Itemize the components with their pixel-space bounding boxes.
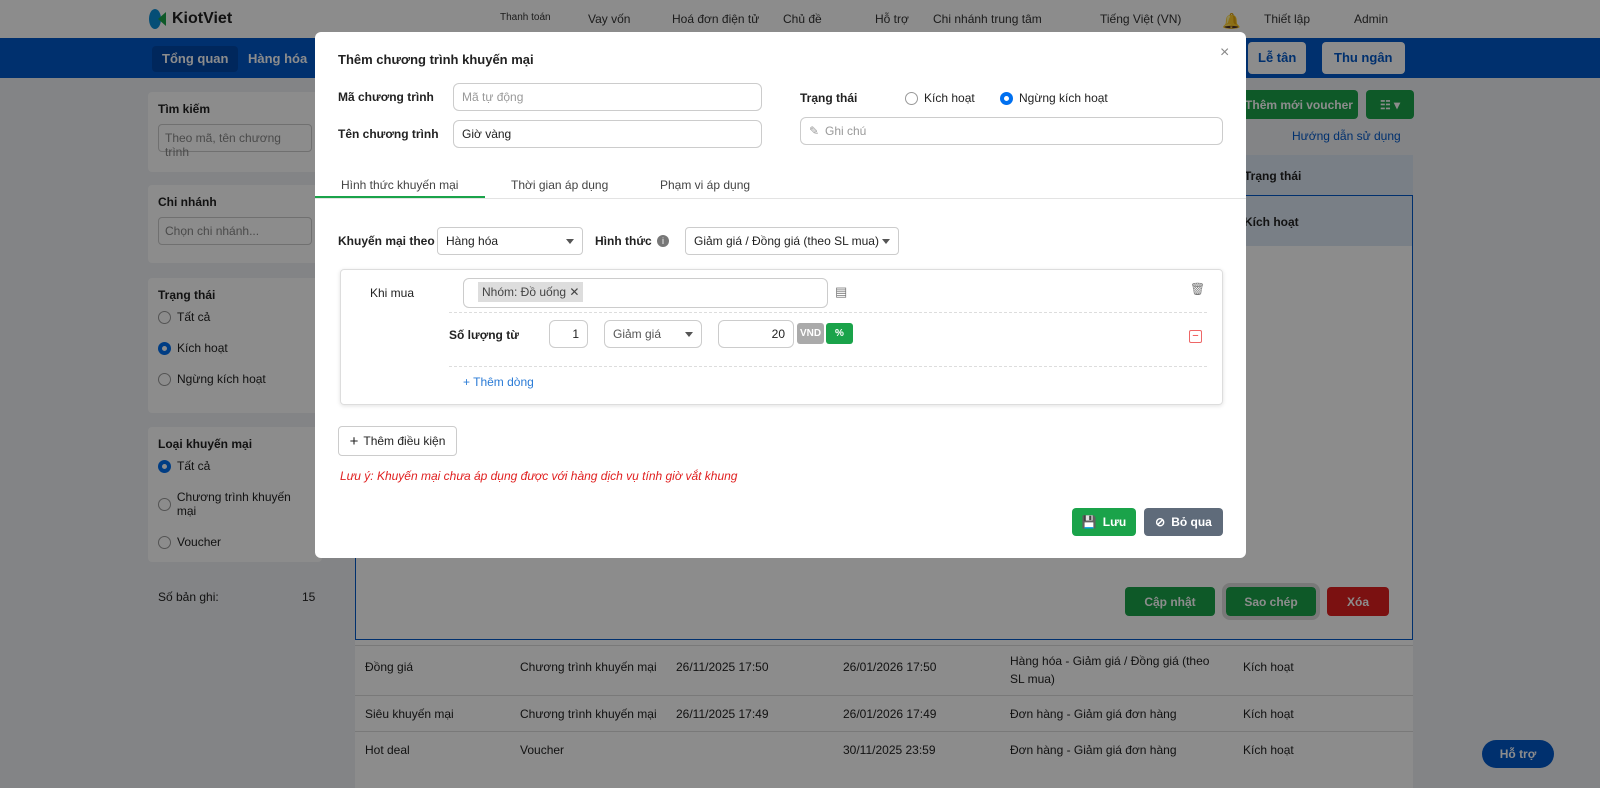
promo-by-label: Khuyến mại theo [338, 234, 435, 248]
qty-input[interactable]: 1 [549, 320, 588, 348]
save-button[interactable]: 💾 Lưu [1072, 508, 1136, 536]
add-line-link[interactable]: + Thêm dòng [463, 375, 534, 389]
pencil-icon: ✎ [809, 124, 820, 138]
discount-value-input[interactable]: 20 [718, 320, 794, 348]
product-tag-input[interactable]: Nhóm: Đồ uống ✕ [463, 278, 828, 308]
add-condition-button[interactable]: + Thêm điều kiện [338, 426, 457, 456]
unit-percent-toggle[interactable]: % [826, 323, 853, 344]
qty-label: Số lượng từ [449, 328, 519, 342]
save-icon: 💾 [1081, 515, 1097, 529]
active-tab-indicator [315, 196, 485, 198]
status-label: Trạng thái [800, 91, 858, 105]
close-icon[interactable]: × [1220, 44, 1229, 62]
form-select[interactable]: Giảm giá / Đồng giá (theo SL mua) [685, 227, 899, 255]
form-label: Hình thức [595, 234, 652, 248]
note-input[interactable]: ✎ Ghi chú [800, 117, 1223, 145]
radio-inactive[interactable]: Ngừng kích hoạt [1000, 91, 1108, 105]
code-label: Mã chương trình [338, 90, 434, 104]
unit-vnd-toggle[interactable]: VND [797, 323, 824, 344]
when-buy-label: Khi mua [370, 286, 415, 300]
name-input[interactable]: Giờ vàng [453, 120, 762, 148]
cancel-button[interactable]: ⊘ Bỏ qua [1144, 508, 1223, 536]
list-icon[interactable]: ▤ [835, 284, 847, 300]
tab-time[interactable]: Thời gian áp dụng [511, 178, 608, 192]
ban-icon: ⊘ [1155, 515, 1166, 529]
plus-icon: + [349, 432, 359, 450]
tag-chip: Nhóm: Đồ uống ✕ [478, 282, 584, 302]
condition-card: Khi mua Nhóm: Đồ uống ✕ ▤ 🗑 Số lượng từ … [340, 269, 1223, 405]
tab-promotion-form[interactable]: Hình thức khuyến mại [341, 178, 458, 192]
discount-type-select[interactable]: Giảm giá [604, 320, 702, 348]
code-input[interactable]: Mã tự động [453, 83, 762, 111]
name-label: Tên chương trình [338, 127, 439, 141]
promo-by-select[interactable]: Hàng hóa [437, 227, 583, 255]
remove-tag-icon[interactable]: ✕ [569, 285, 579, 299]
note-warning: Lưu ý: Khuyến mại chưa áp dụng được với … [340, 469, 738, 483]
remove-line-icon[interactable]: − [1189, 330, 1202, 343]
trash-icon[interactable]: 🗑 [1190, 282, 1205, 296]
info-icon[interactable]: i [657, 235, 669, 247]
modal-title: Thêm chương trình khuyến mại [338, 52, 534, 67]
radio-active[interactable]: Kích hoạt [905, 91, 975, 105]
add-promotion-modal: Thêm chương trình khuyến mại × Mã chương… [315, 32, 1246, 558]
tab-scope[interactable]: Phạm vi áp dụng [660, 178, 750, 192]
